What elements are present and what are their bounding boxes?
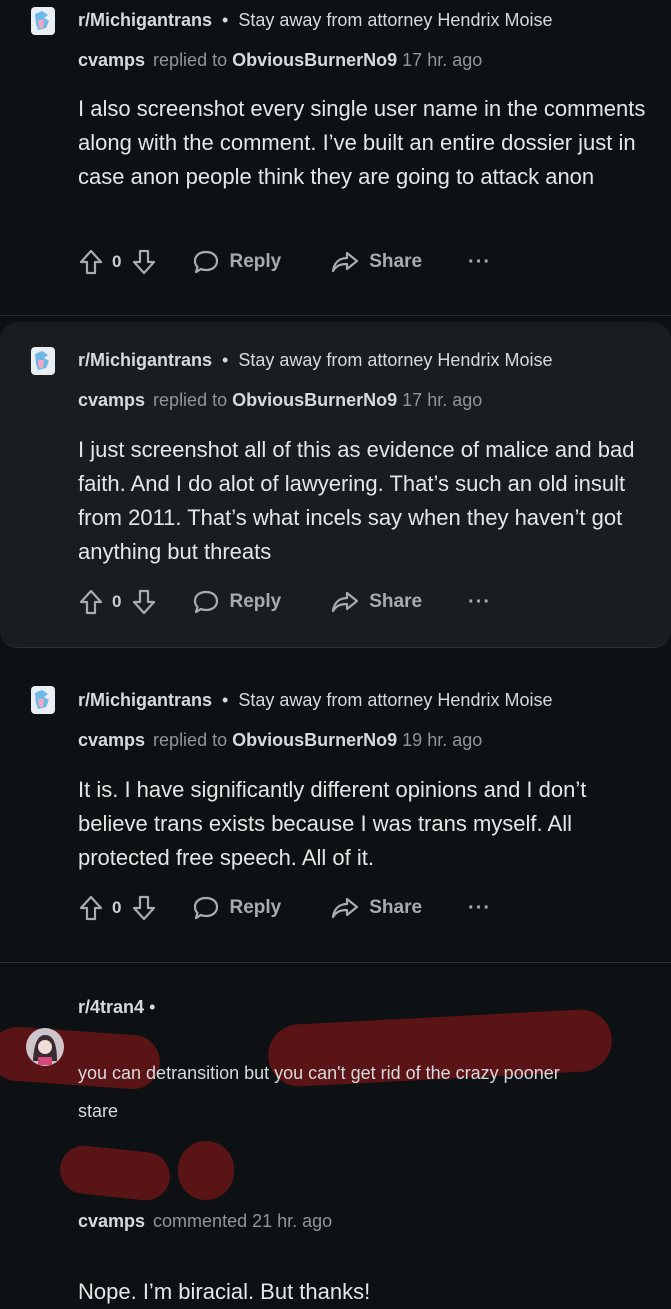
comment-actions: 0 Reply Share ··· (78, 587, 491, 617)
comment-card[interactable]: r/Michigantrans • Stay away from attorney … (0, 322, 671, 648)
comment-header: r/Michigantrans • Stay away from attorney … (78, 690, 552, 711)
reply-button[interactable]: Reply (193, 249, 281, 275)
reply-action-text: replied to (153, 50, 228, 70)
downvote-button[interactable] (131, 588, 157, 616)
reply-action-text: replied to (153, 730, 228, 750)
upvote-button[interactable] (78, 894, 104, 922)
comment-actions: 0 Reply Share ··· (78, 247, 491, 277)
reply-bubble-icon (194, 590, 219, 614)
comment-body: It is. I have significantly different op… (78, 777, 587, 870)
reply-button[interactable]: Reply (193, 589, 281, 615)
upvote-icon (79, 249, 103, 275)
comment-meta: cvamps replied to ObviousBurnerNo9 19 hr.… (78, 730, 482, 751)
comment-author[interactable]: cvamps (78, 730, 145, 750)
separator-dot: • (222, 690, 229, 710)
share-button[interactable]: Share (331, 250, 422, 274)
post-title-link[interactable]: Stay away from attorney Hendrix Moise (238, 690, 552, 710)
comment-time: 17 hr. ago (402, 50, 483, 70)
comment-meta: cvamps replied to ObviousBurnerNo9 17 hr.… (78, 390, 482, 411)
share-label: Share (369, 251, 423, 272)
comment-time: 21 hr. ago (252, 1211, 333, 1231)
subreddit-link[interactable]: r/Michigantrans (78, 10, 212, 30)
comment-author[interactable]: cvamps (78, 50, 145, 70)
separator-dot: • (222, 350, 229, 370)
reply-label: Reply (229, 251, 282, 272)
more-options-button[interactable]: ··· (468, 251, 491, 274)
share-arrow-icon (332, 251, 359, 273)
downvote-button[interactable] (131, 248, 157, 276)
share-arrow-icon (332, 591, 359, 613)
comment-meta: cvamps commented 21 hr. ago (78, 1211, 671, 1232)
downvote-button[interactable] (131, 894, 157, 922)
upvote-icon (79, 589, 103, 615)
comment-card[interactable]: r/Michigantrans • Stay away from attorney … (0, 0, 671, 316)
michigan-subreddit-icon (31, 347, 55, 375)
comment-action-text: commented (153, 1211, 248, 1231)
reply-bubble-icon (194, 896, 219, 920)
red-scribble-mark (178, 1141, 234, 1200)
downvote-icon (133, 589, 156, 615)
reply-button[interactable]: Reply (193, 895, 281, 921)
share-arrow-icon (332, 897, 359, 919)
parent-comment-line: stare (78, 1101, 119, 1121)
reply-target-user[interactable]: ObviousBurnerNo9 (232, 390, 397, 410)
downvote-icon (133, 895, 156, 921)
comment-body: I also screenshot every single user name… (78, 96, 646, 189)
share-label: Share (369, 591, 423, 612)
comment-time: 17 hr. ago (402, 390, 483, 410)
vote-count: 0 (112, 898, 122, 917)
more-options-button[interactable]: ··· (468, 591, 491, 614)
post-title-link[interactable]: Stay away from attorney Hendrix Moise (238, 350, 552, 370)
separator-dot: • (149, 997, 156, 1017)
comment-time: 19 hr. ago (402, 730, 483, 750)
comment-actions: 0 Reply Share ··· (78, 893, 491, 923)
subreddit-link[interactable]: r/Michigantrans (78, 350, 212, 370)
parent-comment-text: you can detransition but you can't get r… (78, 1054, 648, 1130)
michigan-subreddit-icon (31, 686, 55, 714)
michigan-subreddit-icon (31, 7, 55, 35)
comment-author[interactable]: cvamps (78, 1211, 145, 1231)
subreddit-link[interactable]: r/Michigantrans (78, 690, 212, 710)
user-avatar[interactable] (25, 1027, 65, 1067)
share-button[interactable]: Share (331, 896, 422, 920)
share-button[interactable]: Share (331, 590, 422, 614)
comment-header: r/Michigantrans • Stay away from attorney … (78, 10, 552, 31)
subreddit-link[interactable]: r/4tran4 (78, 997, 144, 1017)
comment-body: I just screenshot all of this as evidenc… (78, 437, 635, 564)
red-scribble-mark (57, 1143, 173, 1203)
comment-header: r/Michigantrans • Stay away from attorney … (78, 350, 552, 371)
upvote-button[interactable] (78, 248, 104, 276)
comment-card[interactable]: r/4tran4 • you can detransition but you … (0, 963, 671, 1304)
reply-bubble-icon (194, 250, 219, 274)
vote-count: 0 (112, 592, 122, 611)
separator-dot: • (222, 10, 229, 30)
reply-action-text: replied to (153, 390, 228, 410)
reply-label: Reply (229, 897, 282, 918)
vote-count: 0 (112, 252, 122, 271)
comment-body: Nope. I’m biracial. But thanks! (78, 1279, 371, 1304)
parent-comment-header: r/4tran4 • (78, 997, 671, 1018)
post-title-link[interactable]: Stay away from attorney Hendrix Moise (238, 10, 552, 30)
more-options-button[interactable]: ··· (468, 897, 491, 920)
upvote-icon (79, 895, 103, 921)
downvote-icon (133, 249, 156, 275)
reply-target-user[interactable]: ObviousBurnerNo9 (232, 730, 397, 750)
comment-card[interactable]: r/Michigantrans • Stay away from attorney … (0, 655, 671, 963)
reply-target-user[interactable]: ObviousBurnerNo9 (232, 50, 397, 70)
share-label: Share (369, 897, 423, 918)
comment-meta: cvamps replied to ObviousBurnerNo9 17 hr.… (78, 50, 482, 71)
parent-comment-line: you can detransition but you can't get r… (78, 1063, 560, 1083)
comment-author[interactable]: cvamps (78, 390, 145, 410)
upvote-button[interactable] (78, 588, 104, 616)
reply-label: Reply (229, 591, 282, 612)
